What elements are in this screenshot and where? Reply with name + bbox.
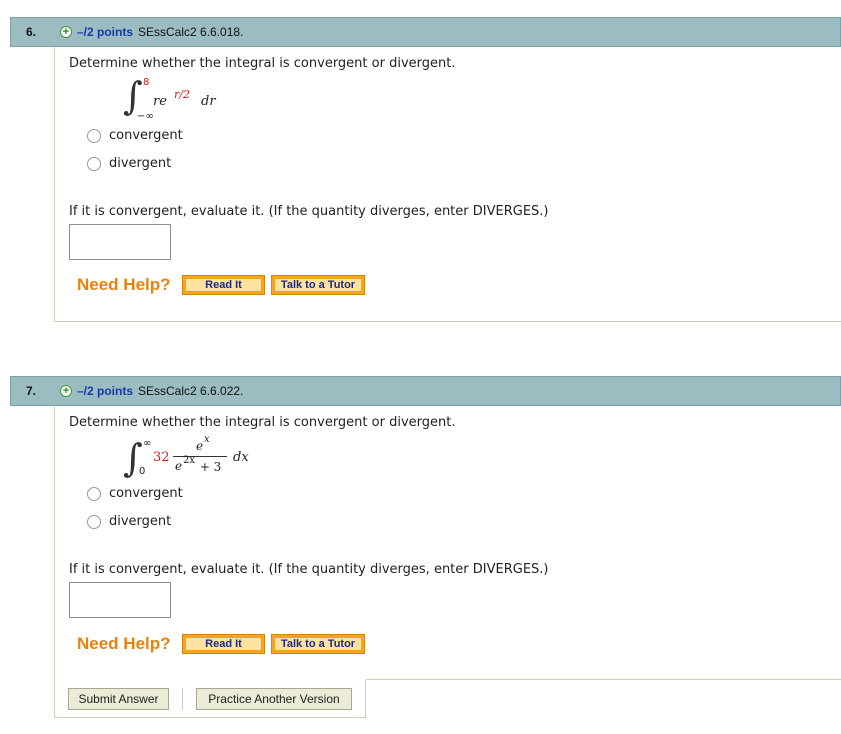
question-id: SEssCalc2 6.6.018. [138,25,244,39]
practice-another-version-button[interactable]: Practice Another Version [196,688,352,710]
coefficient: 32 [153,450,170,465]
upper-limit: ∞ [143,438,152,449]
expand-plus-icon[interactable]: + [60,385,72,397]
upper-limit: 8 [143,77,150,88]
read-it-label[interactable]: Read It [185,637,262,651]
radio-divergent[interactable] [87,157,101,171]
denominator-tail: + 3 [196,460,222,474]
radio-convergent[interactable] [87,129,101,143]
read-it-label[interactable]: Read It [185,278,262,292]
option-label-convergent[interactable]: convergent [109,486,183,501]
answer-input[interactable] [69,582,171,618]
question-number: 7. [26,384,37,398]
talk-to-tutor-button[interactable]: Talk to a Tutor [271,634,365,654]
lower-limit: −∞ [137,111,154,122]
evaluate-prompt: If it is convergent, evaluate it. (If th… [69,562,549,577]
question-header: 7. + –/2 points SEssCalc2 6.6.022. [10,376,841,406]
talk-to-tutor-label[interactable]: Talk to a Tutor [274,637,362,651]
option-label-convergent[interactable]: convergent [109,128,183,143]
radio-divergent[interactable] [87,515,101,529]
points-label[interactable]: –/2 points [77,384,133,398]
lower-limit: 0 [139,466,146,477]
option-label-divergent[interactable]: divergent [109,156,171,171]
question-prompt: Determine whether the integral is conver… [69,56,456,71]
question-number: 6. [26,25,37,39]
evaluate-prompt: If it is convergent, evaluate it. (If th… [69,204,549,219]
need-help-label: Need Help? [77,275,171,294]
differential: dr [201,94,216,109]
answer-input[interactable] [69,224,171,260]
differential: dx [233,450,249,465]
button-separator [182,688,183,710]
numerator-exponent: x [204,434,210,445]
need-help-label: Need Help? [77,634,171,653]
question-body: Determine whether the integral is conver… [54,406,841,680]
question-body: Determine whether the integral is conver… [54,47,841,322]
question-id: SEssCalc2 6.6.022. [138,384,244,398]
expand-plus-icon[interactable]: + [60,26,72,38]
integrand: re [153,94,167,109]
radio-convergent[interactable] [87,487,101,501]
talk-to-tutor-button[interactable]: Talk to a Tutor [271,275,365,295]
denominator-base: e [175,459,183,473]
read-it-button[interactable]: Read It [182,275,265,295]
submit-answer-button[interactable]: Submit Answer [68,688,169,710]
fraction-bar [173,456,227,457]
question-prompt: Determine whether the integral is conver… [69,415,456,430]
numerator-base: e [196,439,204,453]
footer-divider [366,679,841,680]
points-label[interactable]: –/2 points [77,25,133,39]
integral-sign-icon: ∫ [123,74,143,118]
read-it-button[interactable]: Read It [182,634,265,654]
option-label-divergent[interactable]: divergent [109,514,171,529]
denominator-exponent: 2x [183,455,196,466]
integrand-exponent: r/2 [174,88,190,101]
talk-to-tutor-label[interactable]: Talk to a Tutor [274,278,362,292]
question-header: 6. + –/2 points SEssCalc2 6.6.018. [10,17,841,47]
